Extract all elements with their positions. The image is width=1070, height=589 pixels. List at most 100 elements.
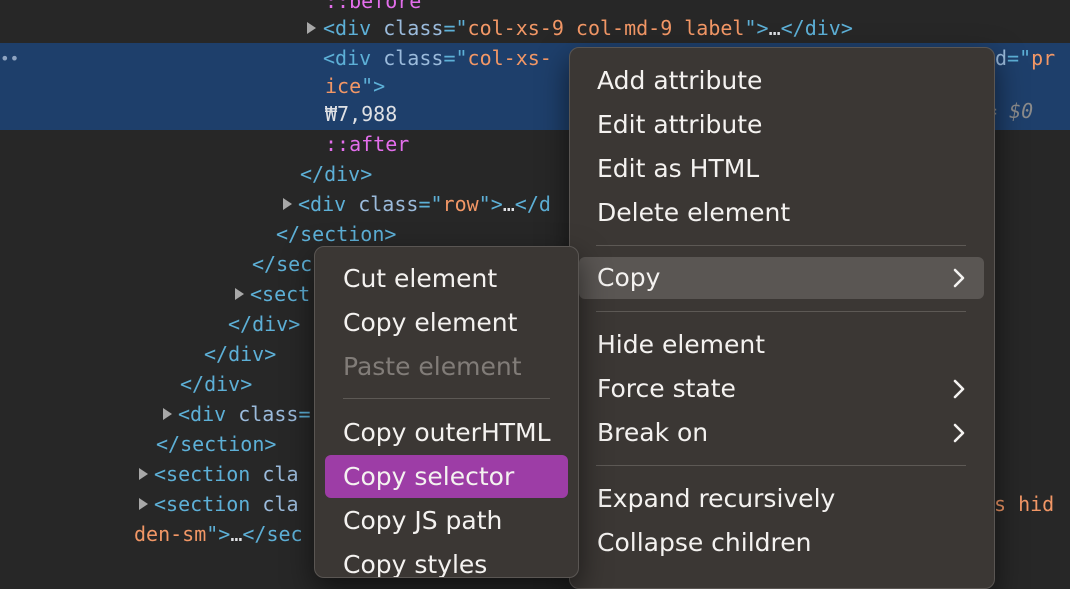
context-menu: Add attribute Edit attribute Edit as HTM… [569, 47, 995, 589]
menu-separator [596, 245, 966, 246]
code-token: =" [443, 16, 468, 40]
dom-node-line[interactable]: <section cla [154, 489, 299, 519]
code-token: <div [298, 192, 359, 216]
menu-item-add-attribute[interactable]: Add attribute [597, 62, 762, 100]
dom-node-line[interactable]: <div class="col-xs-9 col-md-9 label">…</… [323, 13, 853, 43]
dom-node-line[interactable]: <sect [250, 279, 310, 309]
code-token: class [358, 192, 419, 216]
code-token: </div> [180, 372, 253, 396]
submenu-item-copy-selector-label: Copy selector [343, 462, 515, 491]
dom-node-line[interactable]: den-sm">…</sec [134, 519, 303, 549]
code-token: col-xs-9 col-md-9 label [467, 16, 745, 40]
dom-node-line[interactable]: s hid [994, 489, 1054, 519]
menu-item-copy[interactable]: Copy [579, 257, 984, 299]
code-token: </div> [228, 312, 301, 336]
code-token: cla [262, 462, 299, 486]
code-token: </d [514, 192, 551, 216]
code-token: <div [323, 16, 384, 40]
code-token: "> [744, 16, 769, 40]
code-token: class [383, 16, 444, 40]
menu-item-copy-label: Copy [597, 263, 661, 292]
code-token: </sec [242, 522, 303, 546]
code-token: cla [262, 492, 299, 516]
dom-node-line[interactable]: </div> [204, 339, 276, 369]
dom-node-line[interactable]: </div> [228, 309, 300, 339]
code-token: … [768, 16, 781, 40]
expand-triangle-icon[interactable] [163, 408, 172, 420]
code-token: <sect [250, 282, 311, 306]
code-token: = [298, 402, 311, 426]
code-token: <section [154, 492, 263, 516]
copy-submenu: Cut element Copy element Paste element C… [314, 246, 579, 578]
code-token: class [383, 46, 444, 70]
expand-triangle-icon[interactable] [139, 498, 148, 510]
code-token: s hid [994, 492, 1055, 516]
submenu-item-copy-js-path[interactable]: Copy JS path [343, 502, 502, 540]
menu-item-delete-element[interactable]: Delete element [597, 194, 790, 232]
code-token: "> [361, 74, 386, 98]
dom-node-line[interactable]: <section cla [154, 459, 299, 489]
code-token: =" [1007, 46, 1032, 70]
dom-node-line[interactable]: ::after [325, 129, 409, 159]
submenu-item-copy-styles[interactable]: Copy styles [343, 546, 487, 577]
expand-triangle-icon[interactable] [307, 22, 316, 34]
code-token: "> [478, 192, 503, 216]
menu-separator [343, 398, 550, 399]
dom-node-line[interactable]: </div> [300, 159, 372, 189]
expand-triangle-icon[interactable] [139, 468, 148, 480]
dom-node-line[interactable]: ice"> [325, 71, 385, 101]
dom-node-line[interactable]: ₩7,988 [325, 99, 397, 129]
menu-item-break-on[interactable]: Break on [597, 414, 977, 452]
code-token: ₩7,988 [325, 102, 398, 126]
dom-node-line[interactable]: <div class="col-xs- [323, 43, 552, 73]
menu-item-expand-recursively[interactable]: Expand recursively [597, 480, 835, 518]
menu-item-break-on-label: Break on [597, 418, 709, 447]
menu-item-force-state-label: Force state [597, 374, 736, 403]
code-token: <section [154, 462, 263, 486]
expand-triangle-icon[interactable] [235, 288, 244, 300]
code-token: </section> [276, 222, 397, 246]
code-token: <div [178, 402, 239, 426]
code-token: … [230, 522, 243, 546]
code-token: class [238, 402, 299, 426]
submenu-item-copy-outerhtml[interactable]: Copy outerHTML [343, 414, 551, 452]
code-token: =" [443, 46, 468, 70]
menu-item-hide-element[interactable]: Hide element [597, 326, 765, 364]
code-token: d [995, 46, 1008, 70]
submenu-item-copy-selector[interactable]: Copy selector [325, 455, 568, 498]
dom-node-line[interactable]: d="pr [995, 43, 1055, 73]
submenu-item-copy-element[interactable]: Copy element [343, 304, 517, 342]
code-token: ::before [325, 0, 422, 13]
menu-item-edit-attribute[interactable]: Edit attribute [597, 106, 762, 144]
code-token: </section> [156, 432, 277, 456]
chevron-right-icon [953, 379, 965, 399]
chevron-right-icon [953, 423, 965, 443]
submenu-item-paste-element: Paste element [343, 352, 522, 381]
menu-item-collapse-children[interactable]: Collapse children [597, 524, 812, 562]
dom-node-line[interactable]: </section> [156, 429, 276, 459]
menu-item-edit-as-html[interactable]: Edit as HTML [597, 150, 759, 188]
code-token: ::after [325, 132, 410, 156]
dom-node-line[interactable]: <div class="row">…</d [298, 189, 551, 219]
dom-node-line[interactable]: </div> [180, 369, 252, 399]
code-token: </div> [204, 342, 277, 366]
dom-node-line[interactable]: <div class= [178, 399, 310, 429]
gutter-ellipsis[interactable]: •• [0, 44, 19, 74]
code-token: "> [206, 522, 231, 546]
menu-item-force-state[interactable]: Force state [597, 370, 977, 408]
menu-separator [596, 311, 966, 312]
menu-separator [596, 465, 966, 466]
code-token: col-xs- [467, 46, 552, 70]
dom-node-line[interactable]: </section> [276, 219, 396, 249]
code-token: … [502, 192, 515, 216]
dom-node-line[interactable]: </sec [252, 249, 312, 279]
code-token: </div> [780, 16, 853, 40]
expand-triangle-icon[interactable] [283, 198, 292, 210]
code-token: </div> [300, 162, 373, 186]
submenu-item-cut-element[interactable]: Cut element [343, 260, 497, 298]
code-token: ice [325, 74, 362, 98]
code-token: den-sm [134, 522, 207, 546]
code-token: </sec [252, 252, 313, 276]
code-token: row [442, 192, 479, 216]
chevron-right-icon [953, 268, 965, 288]
